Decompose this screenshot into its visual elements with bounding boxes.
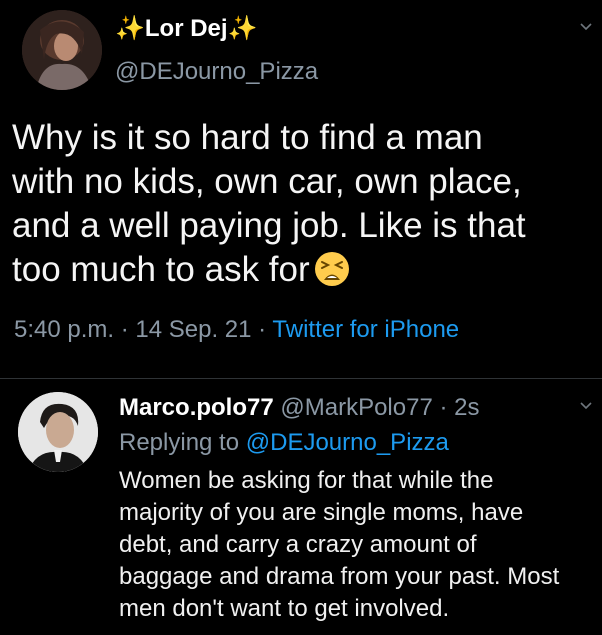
reply-text-line: debt, and carry a crazy amount of <box>119 531 477 558</box>
reply-header: Marco.polo77 @MarkPolo77 · 2s <box>119 394 480 422</box>
replying-to-mention[interactable]: @DEJourno_Pizza <box>246 429 449 456</box>
tired-face-icon <box>314 252 349 286</box>
chevron-down-icon[interactable] <box>579 399 593 413</box>
display-name-text: Lor Dej <box>144 15 228 42</box>
profile-photo <box>18 392 98 472</box>
separator: · <box>432 394 455 421</box>
chevron-down-icon[interactable] <box>579 20 593 34</box>
tweet-text: Why is it so hard to find a man with no … <box>12 116 597 292</box>
display-name[interactable]: ✨Lor Dej✨ <box>115 14 257 43</box>
tweet-text-line: Why is it so hard to find a man <box>12 118 483 157</box>
avatar[interactable] <box>22 10 102 90</box>
sparkles-icon: ✨ <box>115 15 145 42</box>
reply-handle[interactable]: @MarkPolo77 <box>280 394 432 421</box>
reply-text: Women be asking for that while the major… <box>119 465 602 625</box>
replying-to: Replying to @DEJourno_Pizza <box>119 429 449 457</box>
tweet-date[interactable]: 14 Sep. 21 <box>135 316 251 343</box>
reply-text-line: Women be asking for that while the <box>119 467 494 494</box>
reply-tweet: Marco.polo77 @MarkPolo77 · 2s Replying t… <box>0 379 602 635</box>
avatar[interactable] <box>18 392 98 472</box>
tweet-time[interactable]: 5:40 p.m. <box>14 316 114 343</box>
tweet-text-line: too much to ask for <box>12 250 310 289</box>
tweet-text-line: with no kids, own car, own place, <box>12 162 522 201</box>
tweet-meta: 5:40 p.m. · 14 Sep. 21 · Twitter for iPh… <box>14 316 459 344</box>
tweet-text-line-last: too much to ask for <box>12 248 597 292</box>
reply-display-name[interactable]: Marco.polo77 <box>119 394 274 421</box>
user-handle[interactable]: @DEJourno_Pizza <box>115 58 318 86</box>
separator: · <box>251 316 273 343</box>
main-tweet: ✨Lor Dej✨ @DEJourno_Pizza Why is it so h… <box>0 0 602 378</box>
separator: · <box>114 316 136 343</box>
reply-text-line: majority of you are single moms, have <box>119 499 524 526</box>
replying-to-label: Replying to <box>119 429 246 456</box>
sparkles-icon: ✨ <box>227 15 258 42</box>
tweet-text-line: and a well paying job. Like is that <box>12 206 526 245</box>
reply-age[interactable]: 2s <box>454 394 479 421</box>
profile-photo <box>22 10 102 90</box>
reply-text-line: baggage and drama from your past. Most <box>119 563 560 590</box>
tweet-source-link[interactable]: Twitter for iPhone <box>272 316 459 343</box>
reply-text-line: men don't want to get involved. <box>119 595 450 622</box>
